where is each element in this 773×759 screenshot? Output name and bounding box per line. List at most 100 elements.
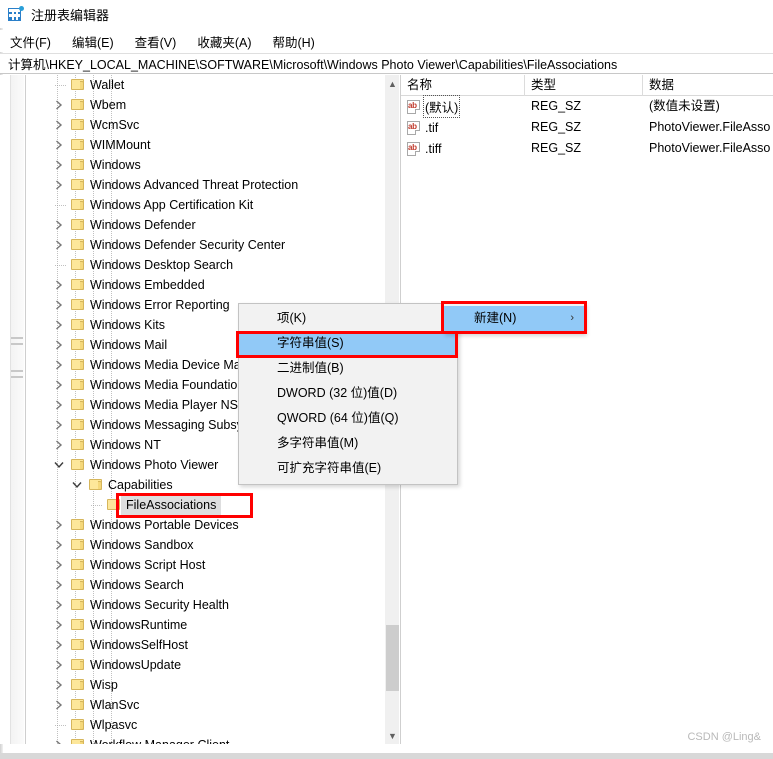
tree-item[interactable]: Windows Advanced Threat Protection bbox=[27, 175, 385, 195]
tree-item[interactable]: Windows bbox=[27, 155, 385, 175]
chevron-right-icon[interactable] bbox=[51, 275, 67, 295]
tree-item[interactable]: Windows Defender bbox=[27, 215, 385, 235]
chevron-right-icon[interactable] bbox=[51, 535, 67, 555]
chevron-right-icon[interactable] bbox=[51, 135, 67, 155]
column-header-data[interactable]: 数据 bbox=[643, 75, 773, 96]
folder-icon bbox=[71, 198, 86, 211]
tree-item[interactable]: Wlpasvc bbox=[27, 715, 385, 735]
chevron-right-icon[interactable] bbox=[51, 295, 67, 315]
folder-icon bbox=[71, 318, 86, 331]
chevron-right-icon[interactable] bbox=[51, 575, 67, 595]
chevron-right-icon[interactable] bbox=[51, 615, 67, 635]
tree-item[interactable]: Windows Portable Devices bbox=[27, 515, 385, 535]
context-menu-new-submenu[interactable]: 项(K) 字符串值(S) 二进制值(B) DWORD (32 位)值(D) QWORD … bbox=[238, 303, 458, 485]
tree-item[interactable]: Windows Embedded bbox=[27, 275, 385, 295]
tree-item[interactable]: Windows Search bbox=[27, 575, 385, 595]
value-row[interactable]: (默认) REG_SZ (数值未设置) bbox=[401, 95, 773, 118]
tree-item[interactable]: Windows Defender Security Center bbox=[27, 235, 385, 255]
chevron-right-icon[interactable] bbox=[51, 655, 67, 675]
menu-bar: 文件(F) 编辑(E) 查看(V) 收藏夹(A) 帮助(H) bbox=[0, 30, 773, 52]
chevron-down-icon[interactable] bbox=[69, 475, 85, 495]
tree-item[interactable]: WcmSvc bbox=[27, 115, 385, 135]
menu-item-expandable-string-value[interactable]: 可扩充字符串值(E) bbox=[239, 456, 457, 481]
chevron-down-icon[interactable] bbox=[51, 455, 67, 475]
chevron-right-icon[interactable] bbox=[51, 435, 67, 455]
scroll-up-icon[interactable]: ▲ bbox=[385, 75, 399, 92]
menu-item-view[interactable]: 查看(V) bbox=[135, 31, 186, 52]
tree-item-label: WindowsUpdate bbox=[90, 658, 182, 672]
menu-item-favorites[interactable]: 收藏夹(A) bbox=[197, 31, 260, 52]
tree-item[interactable]: Windows Security Health bbox=[27, 595, 385, 615]
folder-icon bbox=[71, 578, 86, 591]
chevron-right-icon[interactable] bbox=[51, 595, 67, 615]
tree-item[interactable]: Workflow Manager Client bbox=[27, 735, 385, 744]
chevron-right-icon[interactable] bbox=[51, 95, 67, 115]
value-type-cell: REG_SZ bbox=[531, 141, 582, 155]
value-row[interactable]: .tiff REG_SZ PhotoViewer.FileAsso bbox=[401, 138, 773, 159]
menu-item-multi-string-value[interactable]: 多字符串值(M) bbox=[239, 431, 457, 456]
tree-item-label: Wisp bbox=[90, 678, 118, 692]
chevron-right-icon[interactable] bbox=[51, 235, 67, 255]
tree-item[interactable]: WindowsSelfHost bbox=[27, 635, 385, 655]
chevron-right-icon[interactable] bbox=[51, 335, 67, 355]
tree-item-label: Windows Search bbox=[90, 578, 184, 592]
value-name-cell[interactable]: .tiff bbox=[407, 138, 441, 159]
chevron-right-icon[interactable] bbox=[51, 555, 67, 575]
tree-item[interactable]: Windows Desktop Search bbox=[27, 255, 385, 275]
chevron-right-icon[interactable] bbox=[51, 115, 67, 135]
menu-item-qword-value[interactable]: QWORD (64 位)值(Q) bbox=[239, 406, 457, 431]
menu-item-edit[interactable]: 编辑(E) bbox=[72, 31, 123, 52]
chevron-right-icon[interactable] bbox=[51, 415, 67, 435]
chevron-right-icon[interactable] bbox=[51, 315, 67, 335]
chevron-right-icon[interactable] bbox=[51, 395, 67, 415]
context-menu-new-parent[interactable]: 新建(N) › bbox=[443, 303, 585, 334]
address-bar[interactable]: 计算机\HKEY_LOCAL_MACHINE\SOFTWARE\Microsof… bbox=[0, 53, 773, 74]
folder-icon bbox=[71, 518, 86, 531]
tree-item[interactable]: Windows Sandbox bbox=[27, 535, 385, 555]
folder-icon bbox=[71, 698, 86, 711]
menu-item-new[interactable]: 新建(N) › bbox=[444, 306, 584, 331]
chevron-right-icon[interactable] bbox=[51, 375, 67, 395]
tree-guide-stub bbox=[55, 265, 66, 266]
tree-item[interactable]: Wallet bbox=[27, 75, 385, 95]
tree-scrollbar-thumb[interactable] bbox=[386, 625, 399, 691]
value-name-cell[interactable]: (默认) bbox=[407, 95, 461, 118]
tree-item-selected[interactable]: FileAssociations bbox=[27, 495, 385, 515]
chevron-right-icon[interactable] bbox=[51, 635, 67, 655]
tree-item[interactable]: Wbem bbox=[27, 95, 385, 115]
menu-item-binary-value[interactable]: 二进制值(B) bbox=[239, 356, 457, 381]
tree-item-label: FileAssociations bbox=[121, 495, 222, 515]
registry-editor-icon bbox=[8, 6, 24, 22]
menu-item-dword-value[interactable]: DWORD (32 位)值(D) bbox=[239, 381, 457, 406]
column-header-type[interactable]: 类型 bbox=[525, 75, 643, 96]
column-header-name[interactable]: 名称 bbox=[401, 75, 525, 96]
menu-item-help[interactable]: 帮助(H) bbox=[272, 31, 323, 52]
chevron-right-icon[interactable] bbox=[51, 695, 67, 715]
chevron-right-icon[interactable] bbox=[51, 735, 67, 744]
left-scrollbar-track[interactable] bbox=[10, 75, 24, 744]
chevron-right-icon[interactable] bbox=[51, 175, 67, 195]
value-row[interactable]: .tif REG_SZ PhotoViewer.FileAsso bbox=[401, 117, 773, 138]
menu-item-string-value[interactable]: 字符串值(S) bbox=[239, 331, 457, 356]
tree-item[interactable]: Windows Script Host bbox=[27, 555, 385, 575]
tree-item[interactable]: WlanSvc bbox=[27, 695, 385, 715]
menu-item-file[interactable]: 文件(F) bbox=[10, 31, 60, 52]
chevron-right-icon[interactable] bbox=[51, 155, 67, 175]
tree-item[interactable]: WIMMount bbox=[27, 135, 385, 155]
chevron-right-icon[interactable] bbox=[51, 675, 67, 695]
tree-item[interactable]: WindowsUpdate bbox=[27, 655, 385, 675]
tree-item[interactable]: WindowsRuntime bbox=[27, 615, 385, 635]
chevron-right-icon[interactable] bbox=[51, 215, 67, 235]
value-name-cell[interactable]: .tif bbox=[407, 117, 438, 138]
chevron-right-icon[interactable] bbox=[51, 355, 67, 375]
string-value-icon bbox=[407, 99, 420, 114]
tree-item[interactable]: Windows App Certification Kit bbox=[27, 195, 385, 215]
tree-item-label: Windows Photo Viewer bbox=[90, 458, 219, 472]
left-gutter-mark bbox=[11, 370, 23, 372]
scroll-down-icon[interactable]: ▼ bbox=[385, 727, 399, 744]
chevron-right-icon[interactable] bbox=[51, 515, 67, 535]
tree-item[interactable]: Wisp bbox=[27, 675, 385, 695]
values-list[interactable]: (默认) REG_SZ (数值未设置) .tif REG_SZ PhotoViewer.F… bbox=[401, 95, 773, 159]
folder-icon bbox=[71, 378, 86, 391]
menu-item-key[interactable]: 项(K) bbox=[239, 306, 457, 331]
